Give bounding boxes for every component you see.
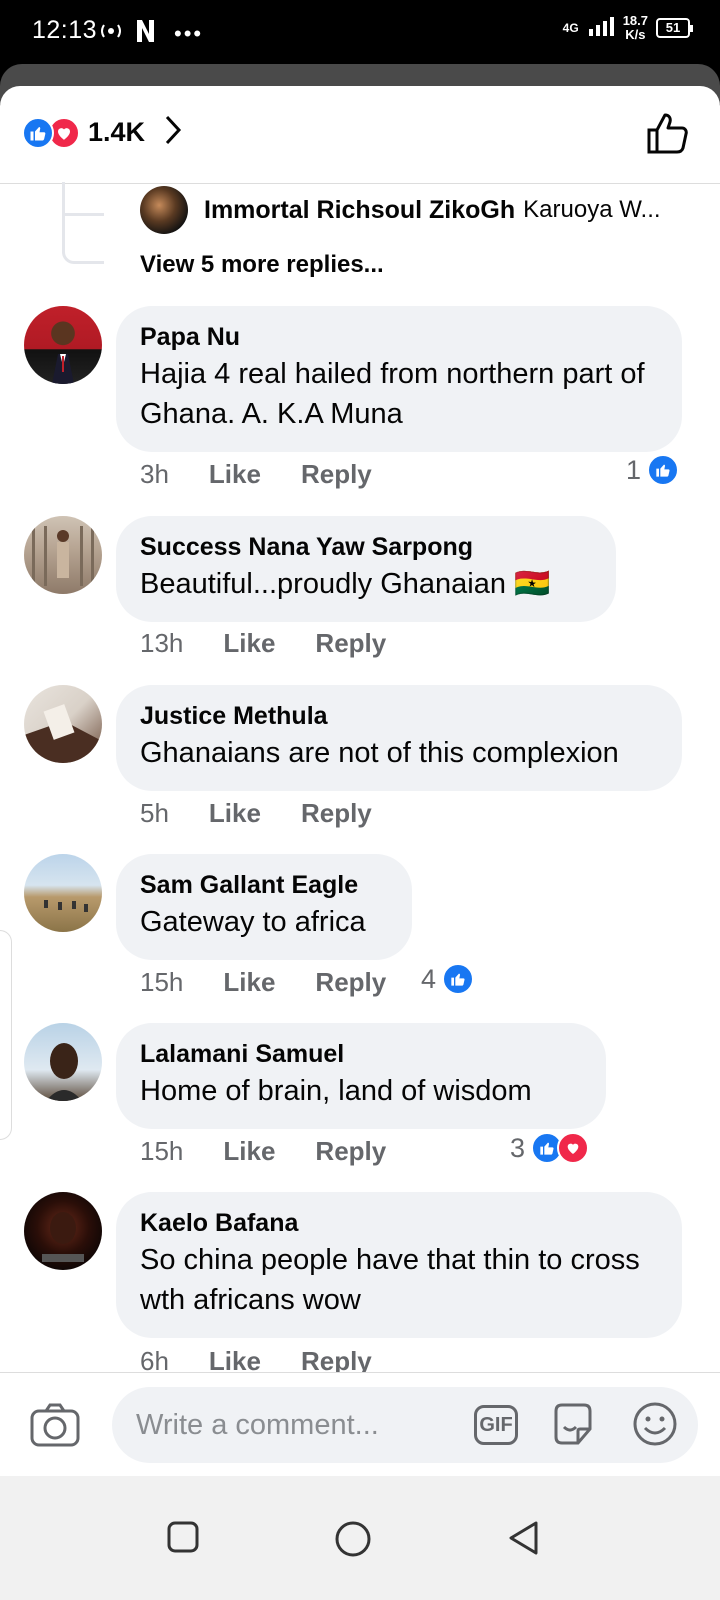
comment-text: Gateway to africa (140, 906, 366, 938)
comment-author-name[interactable]: Kaelo Bafana (140, 1208, 658, 1238)
comment-actions: 3h Like Reply (140, 459, 372, 490)
reply-button[interactable]: Reply (301, 798, 372, 829)
gif-button[interactable]: GIF (474, 1405, 518, 1445)
reaction-count: 4 (421, 963, 437, 994)
comment-author-name[interactable]: Lalamani Samuel (140, 1039, 582, 1069)
like-icon (442, 963, 475, 995)
comment-bubble[interactable]: Papa Nu Hajia 4 real hailed from norther… (116, 306, 682, 452)
comment-reactions[interactable]: 4 (421, 963, 475, 995)
comment-bubble[interactable]: Justice Methula Ghanaians are not of thi… (116, 685, 682, 791)
avatar[interactable] (24, 306, 102, 384)
reply-preview-text: Karuoya W... (523, 196, 661, 223)
comment-time[interactable]: 15h (140, 967, 183, 998)
comment-text: So china people have that thin to cross … (140, 1244, 640, 1316)
thread-connector (62, 182, 104, 264)
comment-composer: GIF (0, 1372, 720, 1476)
status-time: 12:13 (32, 16, 98, 44)
avatar[interactable] (140, 186, 188, 234)
reaction-count: 1.4K (88, 117, 146, 147)
hotspot-icon (96, 19, 126, 48)
avatar[interactable] (24, 1192, 102, 1270)
home-icon[interactable] (334, 1520, 372, 1563)
comment-reactions[interactable]: 1 (626, 454, 680, 486)
comment-time[interactable]: 13h (140, 628, 183, 659)
netflix-n-icon (132, 18, 158, 49)
reaction-count: 3 (510, 1132, 526, 1163)
comment-bubble[interactable]: Kaelo Bafana So china people have that t… (116, 1192, 682, 1338)
like-icon (22, 116, 54, 149)
recent-apps-icon[interactable] (166, 1520, 200, 1559)
comment-bubble[interactable]: Success Nana Yaw Sarpong Beautiful...pro… (116, 516, 616, 622)
comments-sheet: 1.4K Immortal Richsoul ZikoGh Karuoya W.… (0, 86, 720, 1502)
speed-value: 18.7 (622, 13, 648, 28)
reply-button[interactable]: Reply (315, 628, 386, 659)
thumbs-up-icon[interactable] (646, 112, 690, 159)
comment-author-name[interactable]: Justice Methula (140, 701, 658, 731)
side-edge-handle[interactable] (0, 930, 12, 1140)
more-notifications-icon: ••• (174, 20, 204, 46)
thread-branch (62, 200, 104, 216)
comment-text: Home of brain, land of wisdom (140, 1075, 532, 1107)
comment-text: Beautiful...proudly Ghanaian 🇬🇭 (140, 568, 551, 600)
signal-icon (587, 15, 615, 42)
reply-author-name[interactable]: Immortal Richsoul ZikoGh (204, 196, 515, 225)
reactions-header: 1.4K (0, 86, 720, 184)
comment-actions: 15h Like Reply (140, 1136, 386, 1167)
comment-text: Hajia 4 real hailed from northern part o… (140, 358, 645, 430)
comment-actions: 15h Like Reply (140, 967, 386, 998)
like-button[interactable]: Like (223, 1136, 275, 1167)
comment-time[interactable]: 5h (140, 798, 169, 829)
comment-reactions[interactable]: 3 (510, 1132, 590, 1164)
network-type-icon: 4G (562, 21, 579, 35)
reply-button[interactable]: Reply (301, 459, 372, 490)
comment-text: Ghanaians are not of this complexion (140, 737, 619, 769)
network-speed: 18.7 K/s (623, 14, 648, 42)
love-icon (557, 1132, 590, 1164)
avatar[interactable] (24, 685, 102, 763)
back-icon[interactable] (506, 1520, 542, 1561)
emoji-icon[interactable] (632, 1401, 678, 1452)
battery-icon: 51 (656, 18, 693, 38)
comment-bubble[interactable]: Sam Gallant Eagle Gateway to africa (116, 854, 412, 960)
camera-icon[interactable] (30, 1403, 80, 1452)
reply-button[interactable]: Reply (315, 967, 386, 998)
avatar[interactable] (24, 1023, 102, 1101)
view-more-replies-link[interactable]: View 5 more replies... (140, 251, 384, 279)
avatar[interactable] (24, 854, 102, 932)
reply-button[interactable]: Reply (315, 1136, 386, 1167)
sticker-icon[interactable] (550, 1401, 596, 1452)
avatar[interactable] (24, 516, 102, 594)
comment-author-name[interactable]: Success Nana Yaw Sarpong (140, 532, 592, 562)
status-bar: 12:13 ••• 4G 18.7 K/s 51 (0, 0, 720, 64)
reactions-summary[interactable]: 1.4K (22, 114, 183, 151)
like-button[interactable]: Like (209, 459, 261, 490)
comment-author-name[interactable]: Sam Gallant Eagle (140, 870, 388, 900)
chevron-right-icon (163, 114, 183, 151)
speed-unit: K/s (625, 27, 646, 42)
reply-preview[interactable]: Immortal Richsoul ZikoGh Karuoya W... (140, 186, 661, 234)
comment-time[interactable]: 3h (140, 459, 169, 490)
comment-actions: 13h Like Reply (140, 628, 386, 659)
comment-input[interactable] (112, 1387, 698, 1463)
system-nav-bar (0, 1476, 720, 1600)
comment-time[interactable]: 15h (140, 1136, 183, 1167)
like-button[interactable]: Like (209, 798, 261, 829)
like-icon (647, 454, 680, 486)
like-button[interactable]: Like (223, 967, 275, 998)
reaction-count: 1 (626, 454, 642, 485)
comment-actions: 5h Like Reply (140, 798, 372, 829)
like-button[interactable]: Like (223, 628, 275, 659)
comment-bubble[interactable]: Lalamani Samuel Home of brain, land of w… (116, 1023, 606, 1129)
comment-author-name[interactable]: Papa Nu (140, 322, 658, 352)
